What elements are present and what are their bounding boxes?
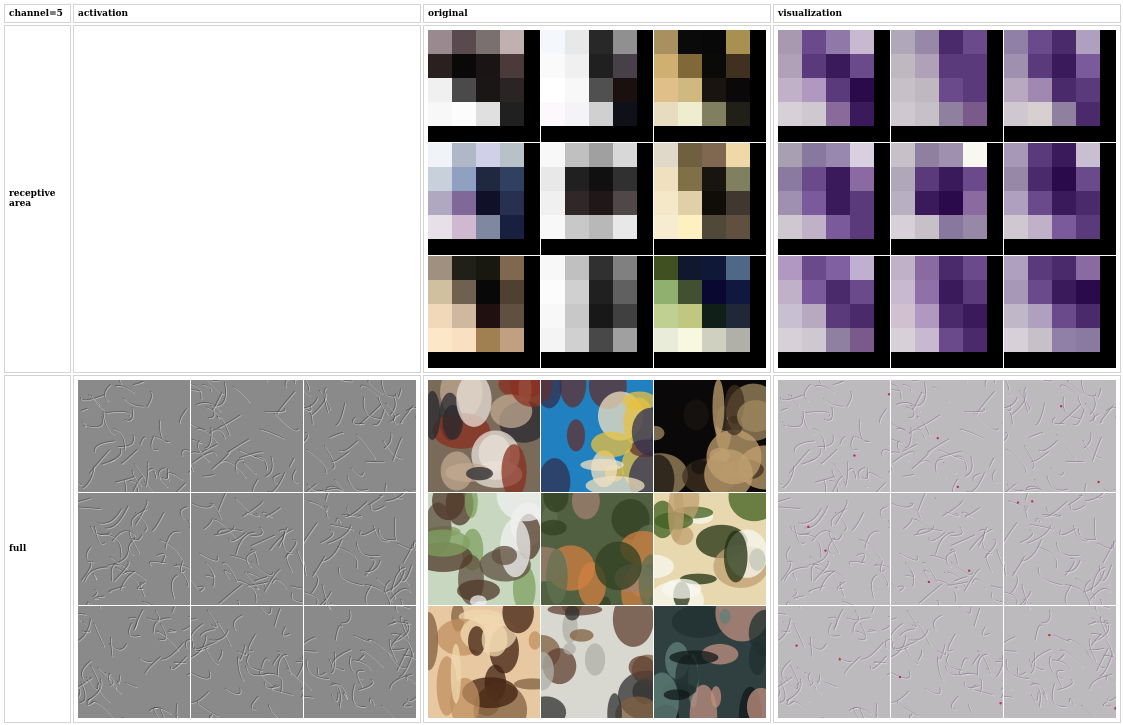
- visualization-patch-tile: [1004, 143, 1116, 255]
- activation-map-tile: [191, 493, 303, 605]
- visualization-map-tile: [1004, 493, 1116, 605]
- full-visualization-grid: [778, 380, 1116, 718]
- row-full: full: [4, 375, 1121, 723]
- photo-hand-beads: [428, 606, 540, 718]
- activation-map-tile: [78, 493, 190, 605]
- visualization-map-tile: [778, 493, 890, 605]
- photo-soup: [654, 493, 766, 605]
- photo-llama: [428, 493, 540, 605]
- header-visualization: visualization: [773, 4, 1121, 23]
- receptive-original-cell: [423, 25, 771, 373]
- photo-iguana: [654, 380, 766, 492]
- full-visualization-cell: [773, 375, 1121, 723]
- receptive-original-grid: [428, 30, 766, 368]
- original-patch-tile: [541, 30, 653, 142]
- visualization-map-tile: [778, 606, 890, 718]
- photo-mushroom: [541, 493, 653, 605]
- results-table: channel=5 activation original visualizat…: [2, 2, 1123, 725]
- visualization-map-tile: [891, 380, 1003, 492]
- photo-magazine-cover: [541, 380, 653, 492]
- photo-motocross: [428, 380, 540, 492]
- activation-map-tile: [191, 380, 303, 492]
- row-label-full: full: [4, 375, 71, 723]
- visualization-patch-tile: [778, 256, 890, 368]
- original-patch-tile: [541, 256, 653, 368]
- full-activation-cell: [73, 375, 421, 723]
- visualization-patch-tile: [778, 30, 890, 142]
- row-receptive-area: receptive area: [4, 25, 1121, 373]
- photo-cellists: [541, 606, 653, 718]
- original-patch-tile: [428, 30, 540, 142]
- original-patch-tile: [654, 143, 766, 255]
- activation-map-tile: [78, 380, 190, 492]
- header-original: original: [423, 4, 771, 23]
- visualization-patch-tile: [891, 143, 1003, 255]
- visualization-map-tile: [1004, 606, 1116, 718]
- visualization-patch-tile: [891, 256, 1003, 368]
- header-activation: activation: [73, 4, 421, 23]
- visualization-patch-tile: [778, 143, 890, 255]
- activation-map-tile: [304, 380, 416, 492]
- receptive-visualization-grid: [778, 30, 1116, 368]
- original-patch-tile: [428, 143, 540, 255]
- visualization-map-tile: [778, 380, 890, 492]
- receptive-activation-cell: [73, 25, 421, 373]
- original-patch-tile: [654, 256, 766, 368]
- original-patch-tile: [428, 256, 540, 368]
- visualization-patch-tile: [891, 30, 1003, 142]
- activation-map-tile: [78, 606, 190, 718]
- activation-map-tile: [304, 606, 416, 718]
- photo-selfie: [654, 606, 766, 718]
- visualization-map-tile: [1004, 380, 1116, 492]
- row-label-receptive-area: receptive area: [4, 25, 71, 373]
- receptive-visualization-cell: [773, 25, 1121, 373]
- activation-map-tile: [191, 606, 303, 718]
- header-channel: channel=5: [4, 4, 71, 23]
- activation-map-tile: [304, 493, 416, 605]
- full-original-grid: [428, 380, 766, 718]
- visualization-map-tile: [891, 493, 1003, 605]
- original-patch-tile: [654, 30, 766, 142]
- full-original-cell: [423, 375, 771, 723]
- original-patch-tile: [541, 143, 653, 255]
- visualization-patch-tile: [1004, 30, 1116, 142]
- header-row: channel=5 activation original visualizat…: [4, 4, 1121, 23]
- visualization-patch-tile: [1004, 256, 1116, 368]
- visualization-map-tile: [891, 606, 1003, 718]
- full-activation-grid: [78, 380, 416, 718]
